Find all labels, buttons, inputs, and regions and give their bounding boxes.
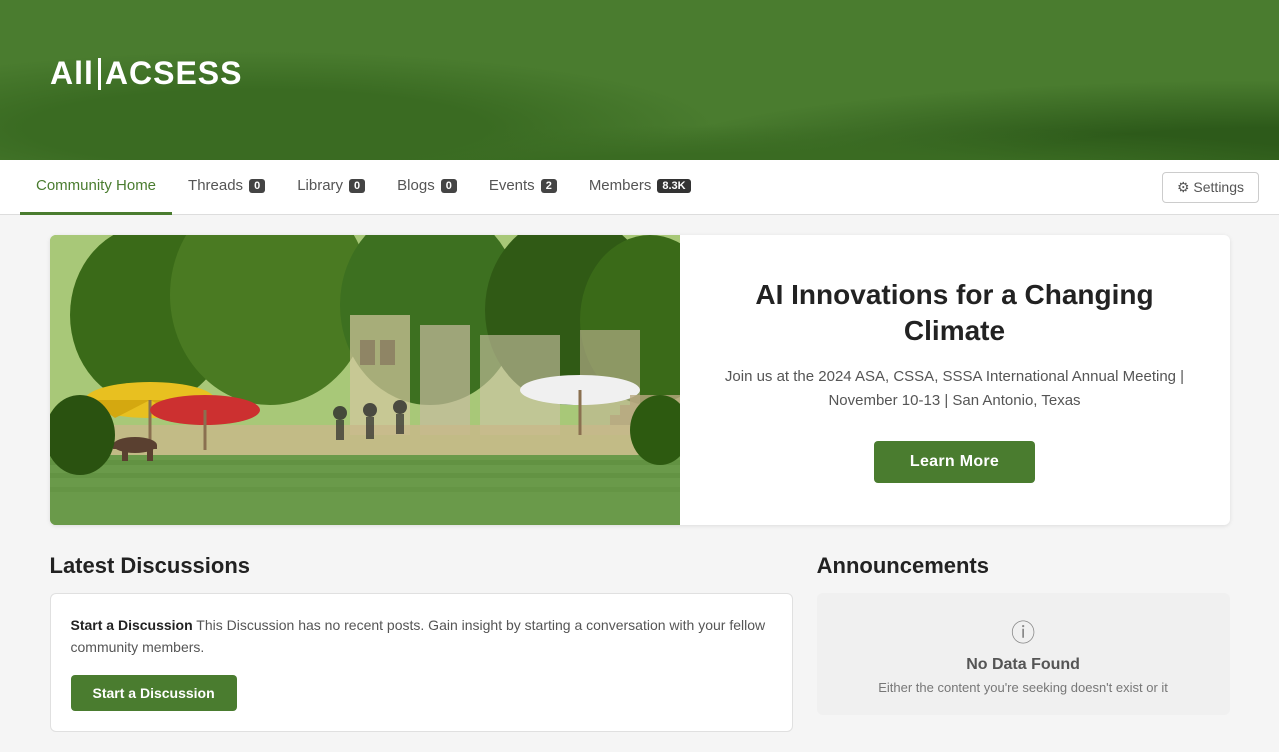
nav-item-events[interactable]: Events 2	[473, 160, 573, 215]
nav-badge-library: 0	[349, 179, 365, 193]
nav-item-community-home[interactable]: Community Home	[20, 160, 172, 215]
nav-item-blogs[interactable]: Blogs 0	[381, 160, 473, 215]
announcements-card: ⓘ No Data Found Either the content you'r…	[817, 593, 1230, 715]
page-header: All ACSESS	[0, 0, 1279, 160]
nav-item-threads[interactable]: Threads 0	[172, 160, 281, 215]
discussions-title: Latest Discussions	[50, 553, 793, 579]
banner-info: AI Innovations for a Changing Climate Jo…	[680, 235, 1230, 525]
banner-card: AI Innovations for a Changing Climate Jo…	[50, 235, 1230, 525]
nav-label-threads: Threads	[188, 177, 243, 194]
banner-subtitle: Join us at the 2024 ASA, CSSA, SSSA Inte…	[720, 365, 1190, 413]
learn-more-button[interactable]: Learn More	[874, 441, 1035, 483]
nav-item-library[interactable]: Library 0	[281, 160, 381, 215]
no-data-subtitle: Either the content you're seeking doesn'…	[878, 680, 1168, 695]
page-title: All ACSESS	[0, 0, 1279, 147]
nav-items: Community Home Threads 0 Library 0 Blogs…	[20, 160, 1162, 215]
settings-button[interactable]: ⚙ Settings	[1162, 172, 1259, 203]
banner-heading: AI Innovations for a Changing Climate	[720, 277, 1190, 350]
announcements-title: Announcements	[817, 553, 1230, 579]
discussion-prompt: Start a Discussion This Discussion has n…	[71, 614, 772, 659]
bottom-section: Latest Discussions Start a Discussion Th…	[50, 553, 1230, 732]
nav-badge-threads: 0	[249, 179, 265, 193]
title-separator	[98, 58, 101, 90]
main-content: AI Innovations for a Changing Climate Jo…	[30, 215, 1250, 752]
nav-badge-events: 2	[541, 179, 557, 193]
nav-bar: Community Home Threads 0 Library 0 Blogs…	[0, 160, 1279, 215]
nav-badge-blogs: 0	[441, 179, 457, 193]
nav-label-events: Events	[489, 177, 535, 194]
discussions-section: Latest Discussions Start a Discussion Th…	[50, 553, 793, 732]
title-part1: All	[50, 55, 94, 91]
nav-badge-members: 8.3K	[657, 179, 690, 193]
start-discussion-button[interactable]: Start a Discussion	[71, 675, 237, 711]
nav-label-library: Library	[297, 177, 343, 194]
nav-label-members: Members	[589, 177, 652, 194]
announcements-section: Announcements ⓘ No Data Found Either the…	[817, 553, 1230, 732]
no-data-title: No Data Found	[966, 656, 1080, 674]
nav-label-blogs: Blogs	[397, 177, 435, 194]
nav-label-community-home: Community Home	[36, 177, 156, 194]
banner-image	[50, 235, 680, 525]
no-data-icon: ⓘ	[1011, 613, 1035, 648]
discussion-prompt-bold: Start a Discussion	[71, 617, 193, 633]
discussion-card: Start a Discussion This Discussion has n…	[50, 593, 793, 732]
nav-item-members[interactable]: Members 8.3K	[573, 160, 707, 215]
title-part2: ACSESS	[105, 55, 243, 91]
